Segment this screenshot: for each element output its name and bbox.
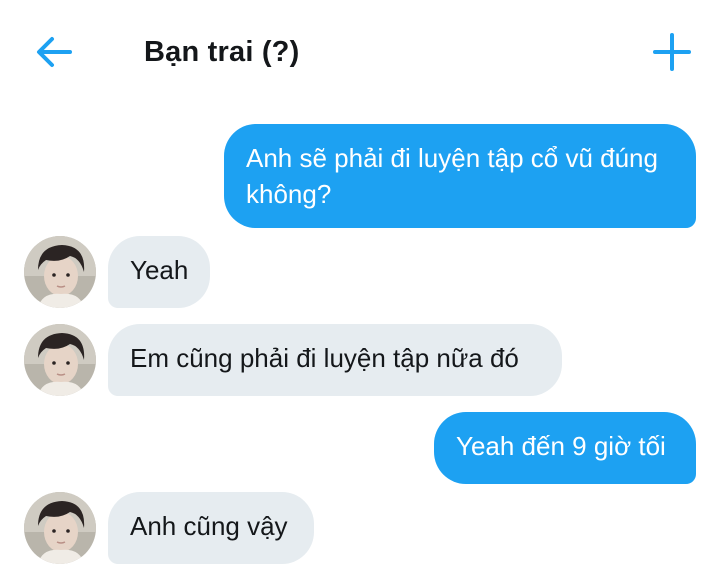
add-button[interactable]: [648, 28, 696, 76]
message-text: Em cũng phải đi luyện tập nữa đó: [130, 343, 519, 373]
back-button[interactable]: [30, 30, 78, 74]
contact-avatar[interactable]: [24, 492, 96, 564]
chat-header: Bạn trai (?): [0, 0, 720, 104]
outgoing-message[interactable]: Anh sẽ phải đi luyện tập cổ vũ đúng khôn…: [224, 124, 696, 228]
plus-icon: [653, 33, 691, 71]
message-text: Anh sẽ phải đi luyện tập cổ vũ đúng khôn…: [246, 143, 658, 209]
contact-avatar[interactable]: [24, 324, 96, 396]
message-text: Anh cũng vậy: [130, 511, 288, 541]
avatar-photo: [24, 492, 96, 564]
message-text: Yeah: [130, 255, 189, 285]
incoming-message[interactable]: Yeah: [108, 236, 210, 308]
message-text: Yeah đến 9 giờ tối: [456, 431, 666, 461]
conversation-title: Bạn trai (?): [144, 36, 300, 68]
chat-screen: Bạn trai (?) Anh sẽ phải đi luyện tập cổ…: [0, 0, 720, 579]
contact-avatar[interactable]: [24, 236, 96, 308]
outgoing-message[interactable]: Yeah đến 9 giờ tối: [434, 412, 696, 484]
avatar-photo: [24, 236, 96, 308]
avatar-photo: [24, 324, 96, 396]
arrow-left-icon: [37, 37, 72, 67]
incoming-message[interactable]: Anh cũng vậy: [108, 492, 314, 564]
incoming-message[interactable]: Em cũng phải đi luyện tập nữa đó: [108, 324, 562, 396]
